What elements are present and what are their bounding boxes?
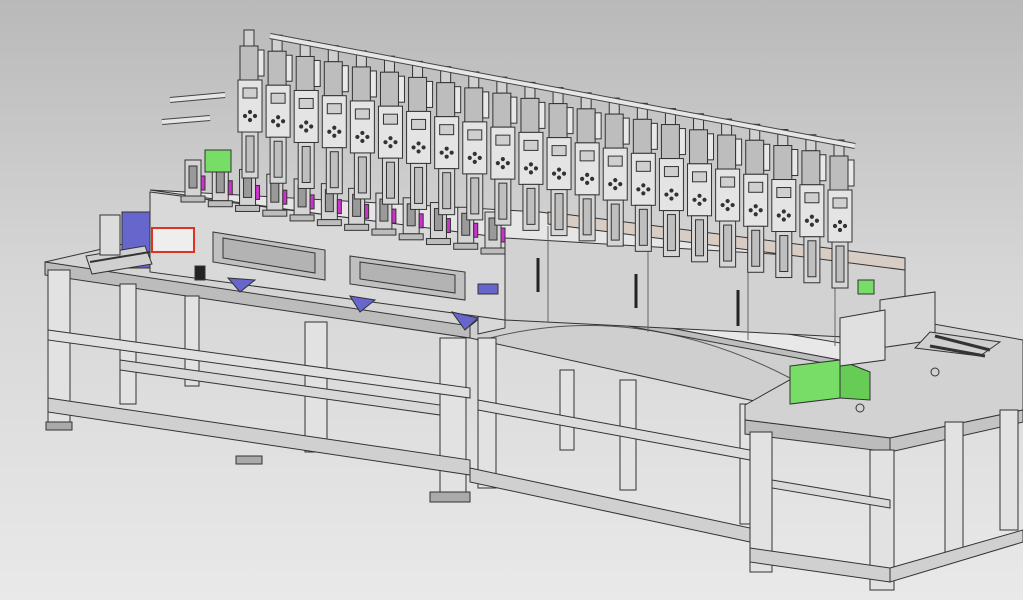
machine-model — [44, 29, 1023, 591]
ultrasonic-head — [293, 39, 321, 189]
cad-viewport[interactable] — [0, 0, 1023, 600]
ultrasonic-head — [406, 60, 434, 210]
ultrasonic-head — [321, 45, 349, 195]
ultrasonic-head — [462, 71, 490, 221]
red-indicator-panel — [151, 227, 195, 253]
ultrasonic-head — [518, 81, 546, 231]
ultrasonic-head — [265, 34, 293, 184]
ultrasonic-head — [349, 50, 377, 200]
ultrasonic-head — [434, 66, 462, 216]
ultrasonic-head — [377, 55, 405, 205]
green-block-left — [204, 149, 232, 173]
ultrasonic-head — [490, 76, 518, 226]
ultrasonic-head — [546, 87, 574, 237]
green-block-right — [789, 359, 841, 405]
black-sensor — [194, 265, 206, 281]
clamp-station — [180, 159, 206, 203]
ultrasonic-head — [237, 29, 265, 179]
